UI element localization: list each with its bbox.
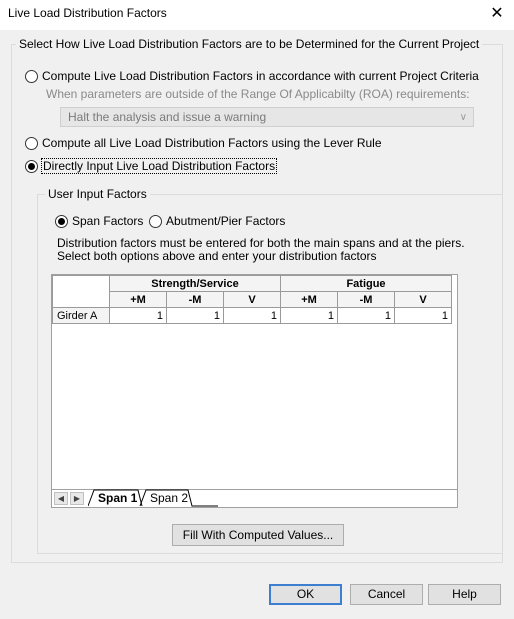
- info-text: Distribution factors must be entered for…: [57, 237, 465, 263]
- roa-dropdown: Halt the analysis and issue a warning ∨: [60, 107, 474, 127]
- window-title: Live Load Distribution Factors: [8, 6, 167, 20]
- column-header: -M: [166, 291, 224, 308]
- scroll-left-icon[interactable]: ◀: [54, 492, 68, 505]
- chevron-down-icon: ∨: [459, 112, 467, 123]
- roa-dropdown-value: Halt the analysis and issue a warning: [68, 110, 267, 124]
- radio-abutment-factors[interactable]: Abutment/Pier Factors: [149, 214, 285, 228]
- factors-grid: Strength/Service Fatigue +M -M V +M -M V…: [51, 274, 458, 508]
- grid-cell[interactable]: 1: [394, 307, 452, 324]
- method-group-label: Select How Live Load Distribution Factor…: [16, 37, 483, 51]
- grid-cell[interactable]: 1: [280, 307, 338, 324]
- grid-cell[interactable]: 1: [223, 307, 281, 324]
- radio-circle-abutment-factors[interactable]: [149, 214, 162, 228]
- column-header: V: [223, 291, 281, 308]
- help-button[interactable]: Help: [428, 584, 501, 605]
- radio-direct-input-label: Directly Input Live Load Distribution Fa…: [40, 158, 278, 174]
- column-header: +M: [280, 291, 338, 308]
- fill-computed-button[interactable]: Fill With Computed Values...: [172, 524, 344, 546]
- info-line-2: Select both options above and enter your…: [57, 249, 377, 263]
- scroll-right-icon[interactable]: ▶: [70, 492, 84, 505]
- radio-direct-input[interactable]: Directly Input Live Load Distribution Fa…: [25, 158, 278, 174]
- radio-span-factors[interactable]: Span Factors: [55, 214, 143, 228]
- radio-span-factors-label: Span Factors: [72, 214, 144, 228]
- radio-project-criteria-label: Compute Live Load Distribution Factors i…: [42, 69, 479, 83]
- radio-circle-direct-input[interactable]: [25, 159, 38, 173]
- tab-span-2[interactable]: Span 2: [150, 490, 188, 507]
- user-input-group-label: User Input Factors: [45, 187, 150, 201]
- radio-circle-lever-rule[interactable]: [25, 136, 38, 150]
- group-header-fatigue: Fatigue: [280, 275, 452, 292]
- radio-lever-rule[interactable]: Compute all Live Load Distribution Facto…: [25, 136, 382, 150]
- radio-circle-project-criteria[interactable]: [25, 69, 38, 83]
- cancel-button[interactable]: Cancel: [350, 584, 423, 605]
- radio-circle-span-factors[interactable]: [55, 214, 68, 228]
- grid-cell[interactable]: 1: [166, 307, 224, 324]
- roa-hint: When parameters are outside of the Range…: [46, 87, 470, 101]
- grid-cell[interactable]: 1: [337, 307, 395, 324]
- table-row: Girder A 1 1 1 1 1 1: [52, 307, 452, 324]
- column-header: -M: [337, 291, 395, 308]
- sheet-tab-strip: ◀ ▶ Span 1 Span 2: [52, 489, 457, 507]
- group-header-strength: Strength/Service: [109, 275, 281, 292]
- factors-table: Strength/Service Fatigue +M -M V +M -M V…: [52, 275, 452, 324]
- radio-lever-rule-label: Compute all Live Load Distribution Facto…: [42, 136, 382, 150]
- radio-abutment-factors-label: Abutment/Pier Factors: [166, 214, 286, 228]
- row-header-girder-a: Girder A: [52, 307, 110, 324]
- column-header: V: [394, 291, 452, 308]
- radio-project-criteria[interactable]: Compute Live Load Distribution Factors i…: [25, 69, 479, 83]
- title-bar: Live Load Distribution Factors ✕: [0, 0, 514, 30]
- column-header: +M: [109, 291, 167, 308]
- ok-button[interactable]: OK: [269, 584, 342, 605]
- grid-corner: [52, 275, 110, 308]
- grid-cell[interactable]: 1: [109, 307, 167, 324]
- close-icon[interactable]: ✕: [486, 4, 508, 24]
- tab-span-1[interactable]: Span 1: [98, 490, 137, 507]
